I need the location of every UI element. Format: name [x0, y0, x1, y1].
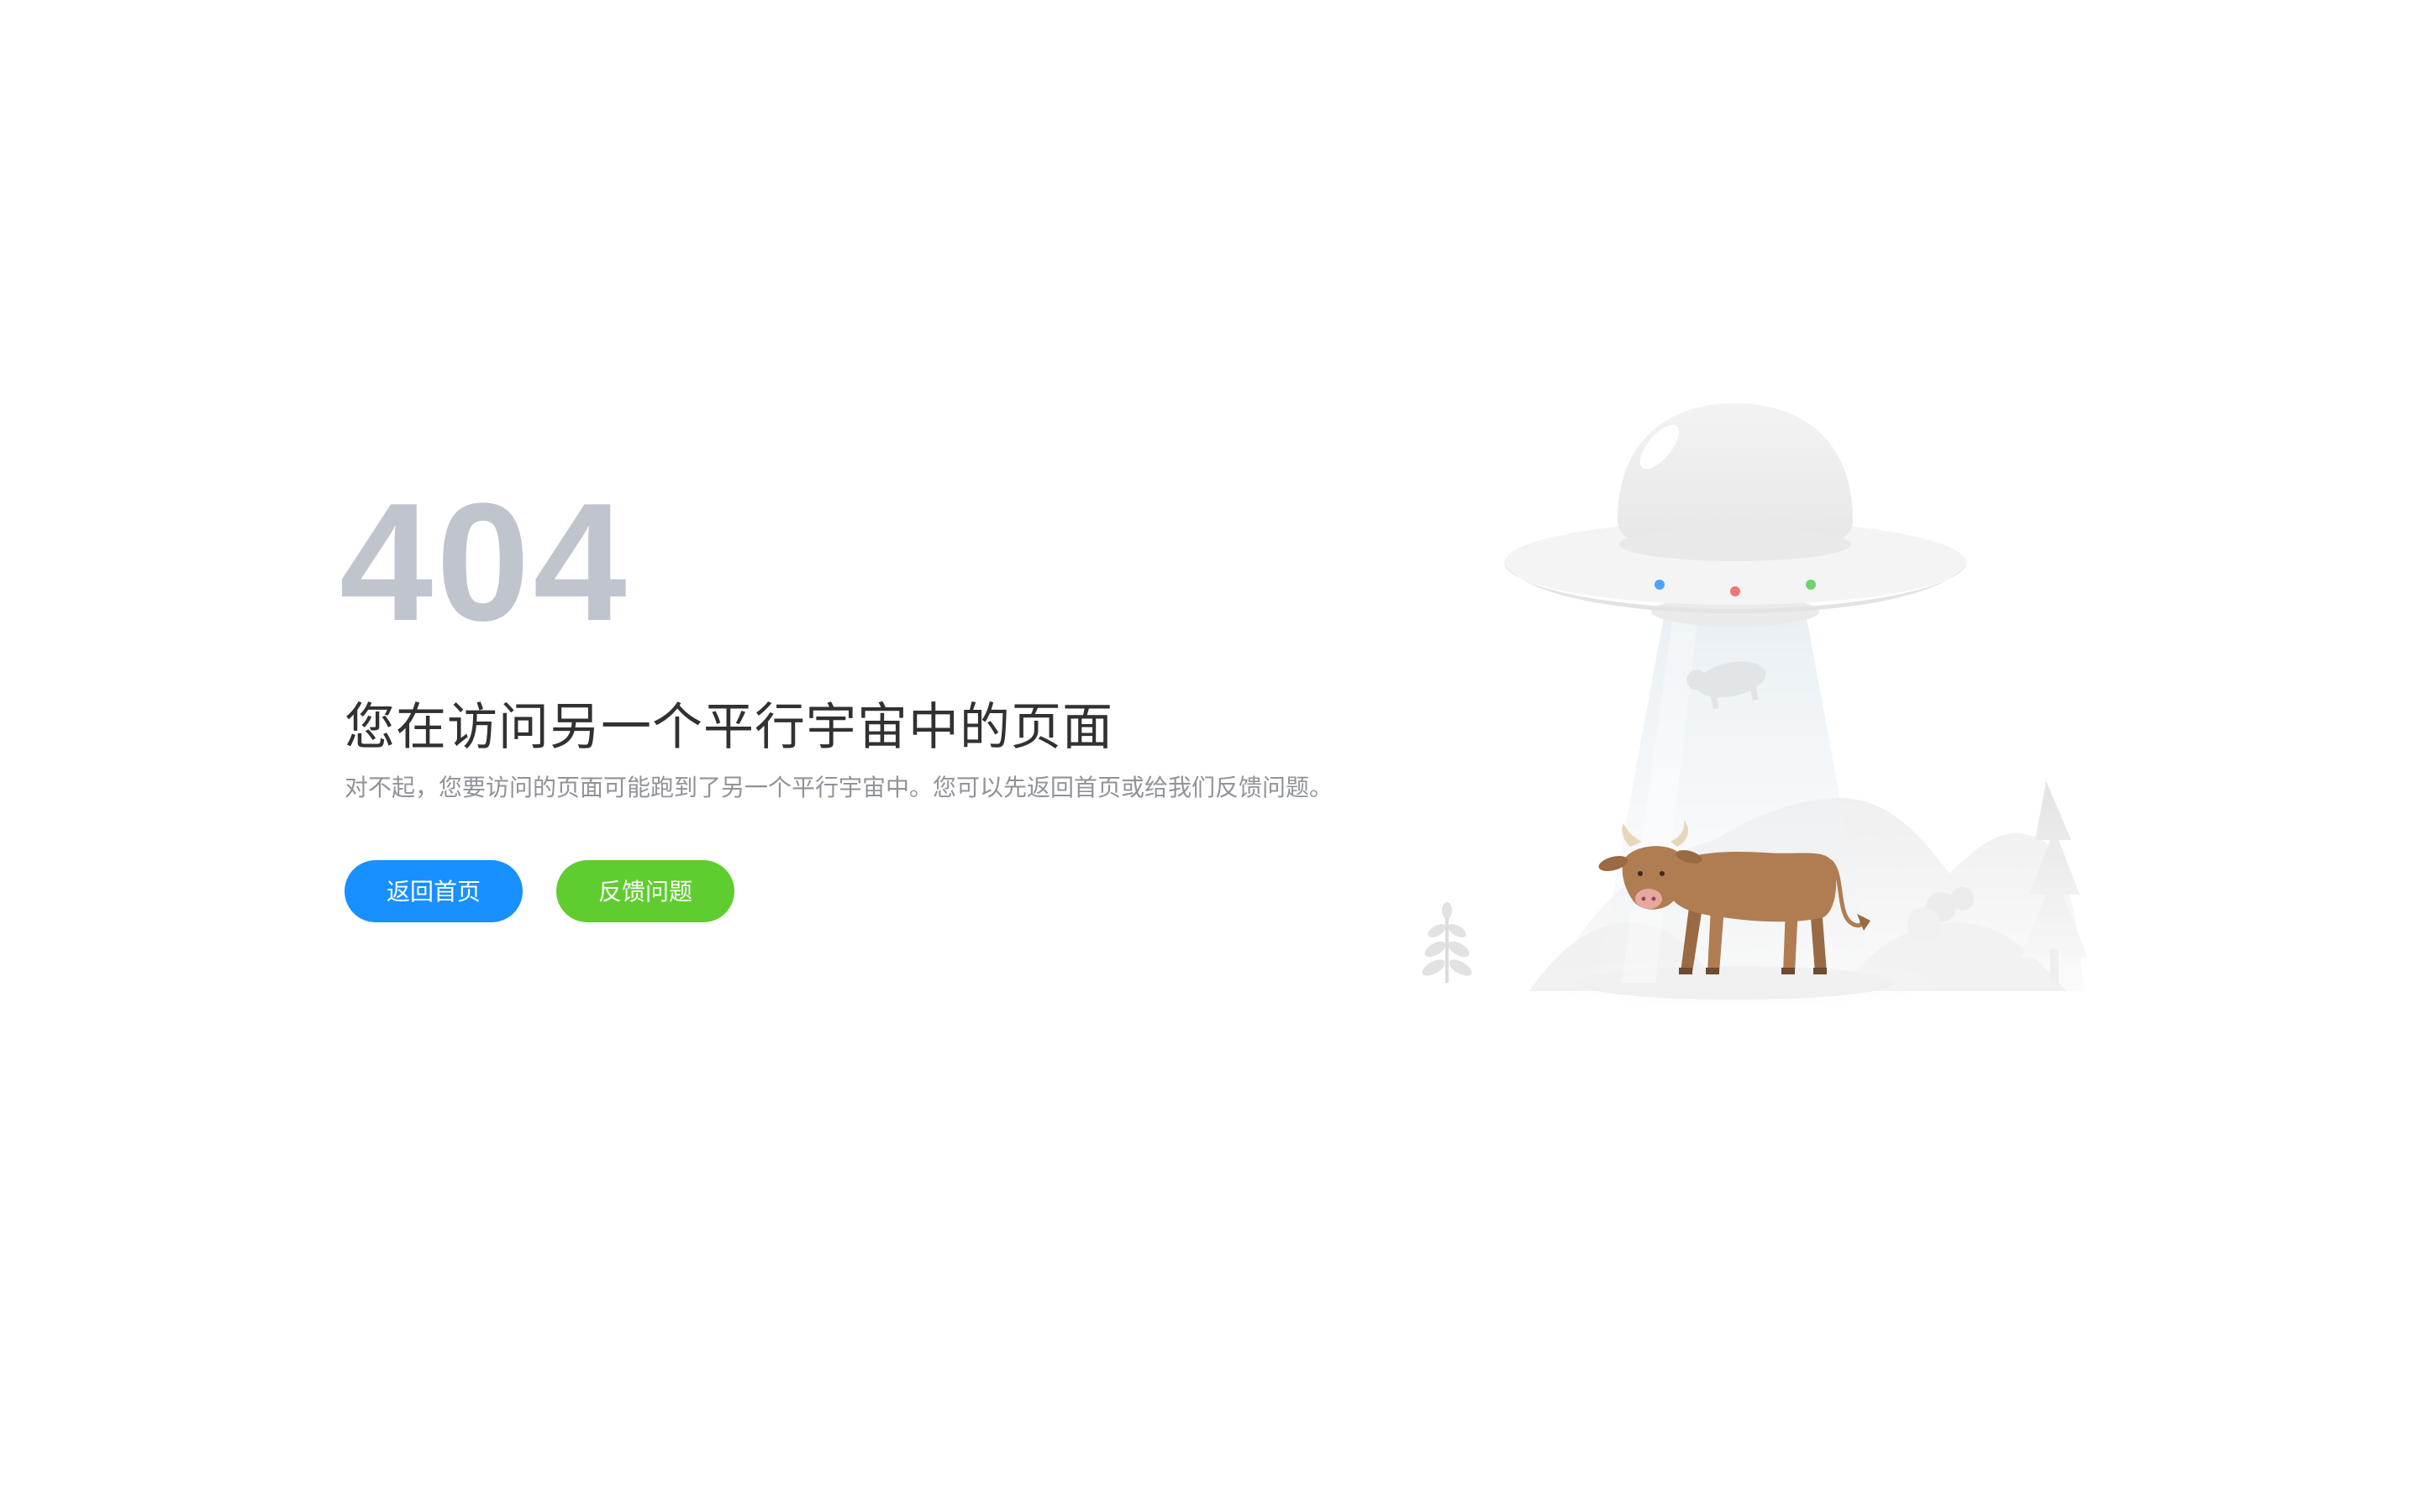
error-headline: 您在访问另一个平行宇宙中的页面: [345, 698, 1113, 757]
feedback-button[interactable]: 反馈问题: [556, 860, 734, 922]
error-page: 404 您在访问另一个平行宇宙中的页面 对不起，您要访问的页面可能跑到了另一个平…: [0, 0, 2420, 1512]
error-code: 404: [339, 469, 630, 656]
error-actions: 返回首页 反馈问题: [345, 860, 1437, 922]
error-description: 对不起，您要访问的页面可能跑到了另一个平行宇宙中。您可以先返回首页或给我们反馈问…: [345, 774, 1334, 801]
ufo-cow-illustration: [1403, 403, 2092, 1042]
plant-icon: [1422, 902, 1472, 983]
ufo-light-red: [1730, 586, 1740, 596]
back-home-button[interactable]: 返回首页: [345, 860, 523, 922]
ufo-icon: [1504, 403, 1966, 627]
ufo-light-blue: [1655, 580, 1665, 590]
ufo-light-green: [1806, 580, 1816, 590]
error-content: 404 您在访问另一个平行宇宙中的页面 对不起，您要访问的页面可能跑到了另一个平…: [339, 479, 1437, 922]
